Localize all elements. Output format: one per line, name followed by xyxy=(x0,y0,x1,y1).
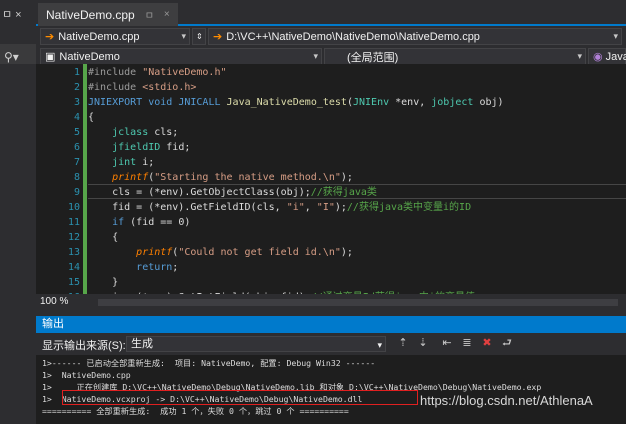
updown-icon: ⇕ xyxy=(196,32,203,41)
line-number: 14 xyxy=(67,262,80,273)
chevron-down-icon: ▾ xyxy=(377,340,382,350)
chevron-down-icon: ▾ xyxy=(577,51,582,61)
editor-status-bar: 100 % xyxy=(36,294,626,310)
horizontal-scrollbar[interactable] xyxy=(98,299,618,306)
line-number: 12 xyxy=(67,232,80,243)
arrow-icon: ➔ xyxy=(213,31,223,43)
code-editor[interactable]: #include "NativeDemo.h" #include <stdio.h… xyxy=(36,64,626,294)
find-prev-icon[interactable]: ⇤ xyxy=(440,336,454,350)
code-line[interactable]: { xyxy=(88,110,94,125)
path-dropdown[interactable]: ➔ D:\VC++\NativeDemo\NativeDemo\NativeDe… xyxy=(208,28,622,45)
code-line[interactable]: jclass cls; xyxy=(88,125,178,140)
code-line[interactable]: } xyxy=(88,275,118,290)
member-dropdown[interactable]: ◉ Java xyxy=(588,48,626,65)
code-line[interactable]: fid = (*env).GetFieldID(cls, "i", "I");/… xyxy=(88,200,471,215)
go-to-previous-icon[interactable]: ⇡ xyxy=(396,336,410,350)
code-line[interactable]: jint i; xyxy=(88,155,154,170)
zoom-level[interactable]: 100 % xyxy=(40,296,68,307)
line-number: 10 xyxy=(67,202,80,213)
tab-title: NativeDemo.cpp xyxy=(46,7,135,22)
clear-all-icon[interactable]: ≣ xyxy=(460,336,474,350)
chevron-down-icon: ▾ xyxy=(313,51,318,61)
output-text[interactable]: 1>------ 已启动全部重新生成: 项目: NativeDemo, 配置: … xyxy=(36,355,626,424)
close-icon[interactable]: × xyxy=(164,9,170,20)
project-dropdown-value: NativeDemo xyxy=(59,50,120,63)
project-icon: ▣ xyxy=(45,51,56,63)
line-number: 2 xyxy=(73,82,80,93)
navigation-bar: ➔ NativeDemo.cpp ▾ ⇕ ➔ D:\VC++\NativeDem… xyxy=(36,26,626,46)
code-line[interactable]: jfieldID fid; xyxy=(88,140,190,155)
code-line[interactable]: printf("Could not get field id.\n"); xyxy=(88,245,353,260)
output-line: 1>------ 已启动全部重新生成: 项目: NativeDemo, 配置: … xyxy=(42,358,376,368)
scope-dropdown[interactable]: (全局范围) ▾ xyxy=(324,48,586,65)
file-dropdown[interactable]: ➔ NativeDemo.cpp ▾ xyxy=(40,28,190,45)
pin-icon[interactable]: ㅁ xyxy=(145,7,154,22)
member-icon: ◉ xyxy=(593,51,603,63)
line-number: 6 xyxy=(73,142,80,153)
scope-bar: ▣ NativeDemo ▾ (全局范围) ▾ ◉ Java xyxy=(36,46,626,65)
left-tool-strip: ㅁ × ⚲▾ xyxy=(0,0,36,424)
line-number: 11 xyxy=(67,217,80,228)
search-dropdown-icon[interactable]: ⚲▾ xyxy=(4,50,19,64)
go-to-next-icon[interactable]: ⇣ xyxy=(416,336,430,350)
code-line[interactable]: cls = (*env).GetObjectClass(obj);//获得jav… xyxy=(88,185,377,200)
line-number: 9 xyxy=(73,187,80,198)
line-number: 7 xyxy=(73,157,80,168)
scope-dropdown-value: (全局范围) xyxy=(347,51,399,64)
output-toolbar: 显示输出来源(S): 生成 ▾ ⇡ ⇣ ⇤ ≣ ✖ ⮐ xyxy=(36,333,626,355)
tab-nativedemo-cpp[interactable]: NativeDemo.cpp ㅁ × xyxy=(38,3,178,26)
clear-icon[interactable]: ✖ xyxy=(480,336,494,350)
file-dropdown-value: NativeDemo.cpp xyxy=(58,30,140,43)
code-line[interactable]: { xyxy=(88,230,118,245)
word-wrap-icon[interactable]: ⮐ xyxy=(500,336,514,350)
code-line[interactable]: #include <stdio.h> xyxy=(88,80,196,95)
line-number: 3 xyxy=(73,97,80,108)
code-line[interactable]: if (fid == 0) xyxy=(88,215,190,230)
output-line: ========== 全部重新生成: 成功 1 个，失败 0 个，跳过 0 个 … xyxy=(42,406,349,416)
output-panel: 输出 显示输出来源(S): 生成 ▾ ⇡ ⇣ ⇤ ≣ ✖ ⮐ 1>------ … xyxy=(36,316,626,424)
sync-spinner[interactable]: ⇕ xyxy=(192,28,206,45)
document-tab-bar: NativeDemo.cpp ㅁ × xyxy=(36,0,626,26)
pin-icon[interactable]: ㅁ × xyxy=(2,6,22,22)
line-number: 15 xyxy=(67,277,80,288)
arrow-icon: ➔ xyxy=(45,31,55,43)
chevron-down-icon: ▾ xyxy=(613,31,618,41)
chevron-down-icon: ▾ xyxy=(181,31,186,41)
output-source-dropdown[interactable]: 生成 ▾ xyxy=(126,336,386,352)
change-indicator-bar xyxy=(83,64,87,294)
highlight-box xyxy=(62,390,418,405)
code-line[interactable]: printf("Starting the native method.\n"); xyxy=(88,170,353,185)
line-number: 1 xyxy=(73,67,80,78)
path-dropdown-value: D:\VC++\NativeDemo\NativeDemo\NativeDemo… xyxy=(226,30,480,43)
member-dropdown-value: Java xyxy=(605,50,626,63)
output-source-value: 生成 xyxy=(131,338,153,350)
line-number: 5 xyxy=(73,127,80,138)
line-number: 4 xyxy=(73,112,80,123)
output-source-label: 显示输出来源(S): xyxy=(42,340,126,352)
line-number: 8 xyxy=(73,172,80,183)
code-line[interactable]: JNIEXPORT void JNICALL Java_NativeDemo_t… xyxy=(88,95,504,110)
watermark: https://blog.csdn.net/AthlenaA xyxy=(420,393,593,408)
code-line[interactable]: return; xyxy=(88,260,178,275)
output-line: 1> NativeDemo.cpp xyxy=(42,370,131,380)
output-panel-title: 输出 xyxy=(36,316,626,333)
code-line[interactable]: #include "NativeDemo.h" xyxy=(88,65,227,80)
project-dropdown[interactable]: ▣ NativeDemo ▾ xyxy=(40,48,322,65)
line-number: 13 xyxy=(67,247,80,258)
